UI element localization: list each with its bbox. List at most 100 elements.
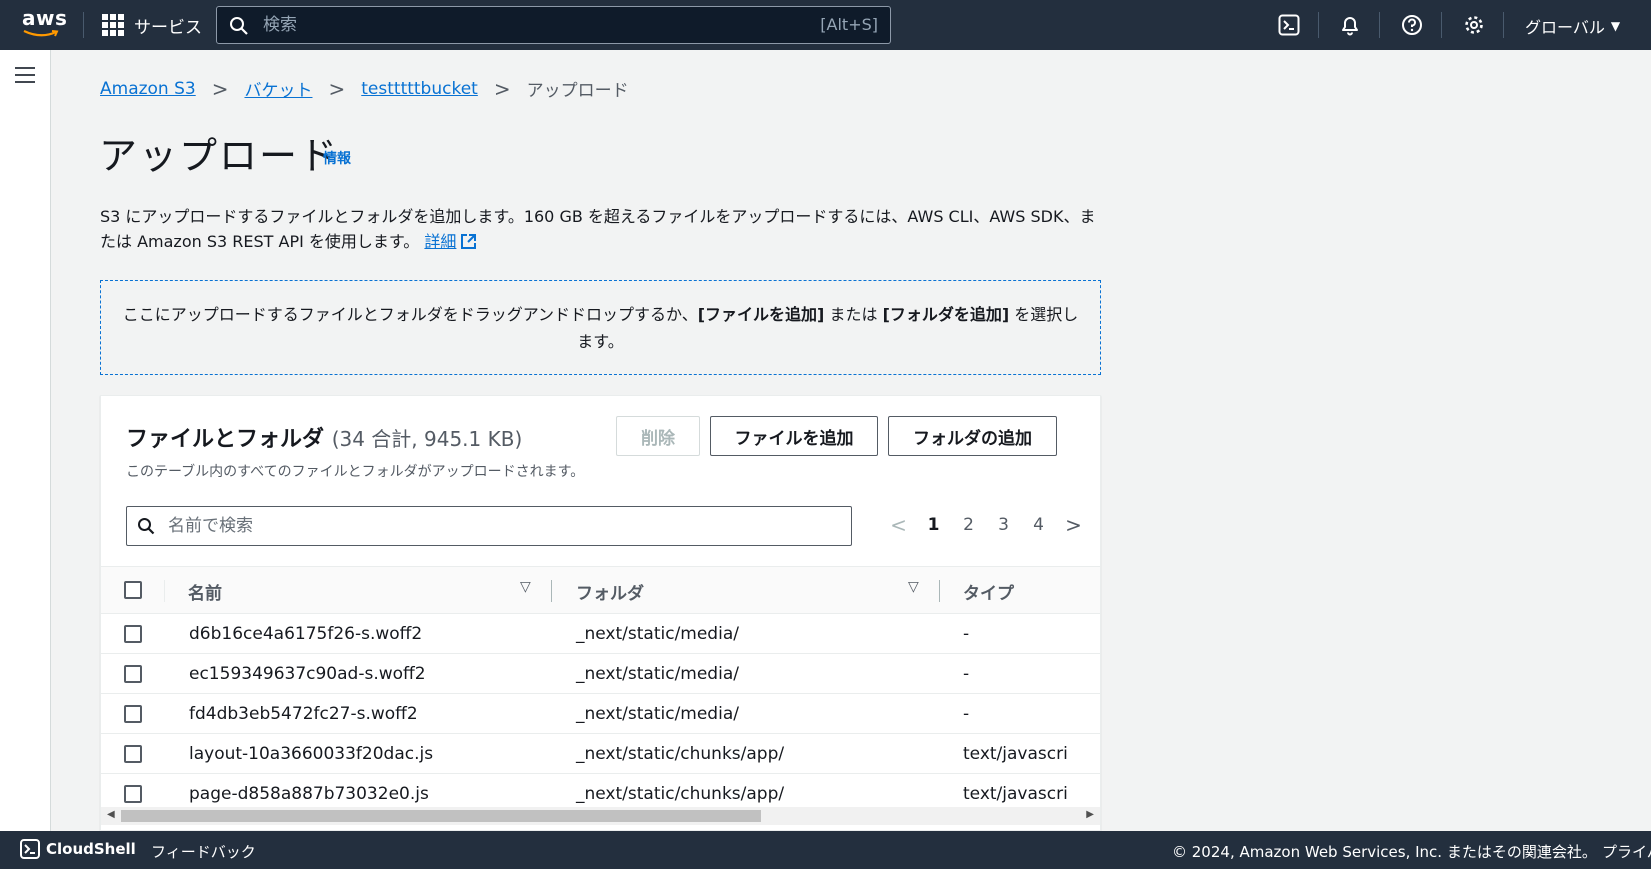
cloudshell-button[interactable] bbox=[1275, 11, 1303, 39]
help-button[interactable] bbox=[1398, 11, 1426, 39]
column-header-folder[interactable]: フォルダ bbox=[576, 579, 644, 604]
breadcrumb-link-buckets[interactable]: バケット bbox=[244, 76, 312, 101]
add-files-button[interactable]: ファイルを追加 bbox=[710, 416, 878, 456]
copyright-text: © 2024, Amazon Web Services, Inc. またはその関… bbox=[1172, 843, 1597, 861]
cell-type: - bbox=[963, 624, 970, 644]
divider bbox=[1379, 12, 1380, 38]
learn-more-link[interactable]: 詳細 bbox=[424, 232, 477, 251]
table-row[interactable]: fd4db3eb5472fc27-s.woff2 _next/static/me… bbox=[101, 694, 1100, 734]
global-search-input[interactable] bbox=[261, 12, 781, 38]
cell-type: text/javascri bbox=[963, 784, 1068, 804]
panel-title-text: ファイルとフォルダ bbox=[126, 427, 325, 452]
chevron-right-icon: > bbox=[328, 76, 346, 101]
column-divider[interactable] bbox=[551, 580, 552, 602]
page-title: アップロード bbox=[99, 134, 340, 178]
page-description: S3 にアップロードするファイルとフォルダを追加します。160 GB を超えるフ… bbox=[100, 204, 1100, 254]
help-icon bbox=[1402, 15, 1422, 35]
cell-name: page-d858a887b73032e0.js bbox=[189, 784, 429, 804]
add-folder-button[interactable]: フォルダの追加 bbox=[888, 416, 1057, 456]
cell-name: fd4db3eb5472fc27-s.woff2 bbox=[189, 704, 418, 724]
info-link[interactable]: 情報 bbox=[323, 148, 351, 168]
search-icon bbox=[230, 17, 248, 35]
column-header-type[interactable]: タイプ bbox=[963, 579, 1014, 604]
cell-type: text/javascri bbox=[963, 744, 1068, 764]
table-header: 名前 ▽ フォルダ ▽ タイプ bbox=[101, 566, 1100, 614]
row-checkbox[interactable] bbox=[124, 785, 142, 803]
top-navigation: aws サービス [Alt+S] bbox=[0, 0, 1651, 50]
privacy-link[interactable]: プライバ bbox=[1602, 841, 1651, 862]
cell-type: - bbox=[963, 664, 970, 684]
pagination: < 1 2 3 4 > bbox=[881, 513, 1091, 537]
column-divider bbox=[164, 580, 165, 602]
breadcrumb-link-s3[interactable]: Amazon S3 bbox=[100, 79, 196, 99]
breadcrumb-link-bucket[interactable]: testttttbucket bbox=[361, 79, 478, 99]
services-menu-button[interactable]: サービス bbox=[102, 12, 202, 38]
page-number[interactable]: 4 bbox=[1021, 515, 1056, 535]
scrollbar-thumb[interactable] bbox=[121, 810, 761, 822]
aws-logo[interactable]: aws bbox=[22, 8, 67, 40]
row-checkbox[interactable] bbox=[124, 665, 142, 683]
external-link-icon bbox=[461, 234, 477, 249]
breadcrumb-current: アップロード bbox=[526, 81, 629, 101]
divider bbox=[1318, 12, 1319, 38]
panel-count: (34 合計, 945.1 KB) bbox=[331, 427, 523, 451]
cell-name: ec159349637c90ad-s.woff2 bbox=[189, 664, 426, 684]
side-navigation-rail bbox=[0, 50, 51, 831]
cell-name: d6b16ce4a6175f26-s.woff2 bbox=[189, 624, 423, 644]
table-row[interactable]: ec159349637c90ad-s.woff2 _next/static/me… bbox=[101, 654, 1100, 694]
panel-subtitle: このテーブル内のすべてのファイルとフォルダがアップロードされます。 bbox=[126, 464, 585, 480]
delete-button[interactable]: 削除 bbox=[616, 416, 700, 456]
sort-caret-icon[interactable]: ▽ bbox=[520, 579, 531, 595]
cell-folder: _next/static/media/ bbox=[576, 704, 739, 724]
panel-title: ファイルとフォルダ (34 合計, 945.1 KB) bbox=[126, 421, 522, 453]
settings-gear-icon bbox=[1465, 16, 1483, 34]
services-grid-icon bbox=[102, 14, 124, 36]
chevron-right-icon[interactable]: > bbox=[1056, 513, 1091, 537]
dropzone-text: ここにアップロードするファイルとフォルダをドラッグアンドドロップするか、 bbox=[122, 305, 698, 324]
divider bbox=[1503, 12, 1504, 38]
cell-folder: _next/static/chunks/app/ bbox=[576, 784, 785, 804]
table-row[interactable]: layout-10a3660033f20dac.js _next/static/… bbox=[101, 734, 1100, 774]
scroll-left-arrow-icon[interactable]: ◀ bbox=[107, 809, 115, 820]
row-checkbox[interactable] bbox=[124, 705, 142, 723]
upload-dropzone[interactable]: ここにアップロードするファイルとフォルダをドラッグアンドドロップするか、[ファイ… bbox=[100, 280, 1101, 375]
cell-folder: _next/static/chunks/app/ bbox=[576, 744, 785, 764]
dropzone-text: または bbox=[824, 305, 883, 324]
divider bbox=[1441, 12, 1442, 38]
feedback-link[interactable]: フィードバック bbox=[151, 841, 256, 862]
cloudshell-footer-button[interactable]: CloudShell bbox=[20, 839, 136, 859]
region-selector[interactable]: グローバル ▼ bbox=[1525, 14, 1620, 38]
settings-button[interactable] bbox=[1460, 11, 1488, 39]
cell-name: layout-10a3660033f20dac.js bbox=[189, 744, 434, 764]
row-checkbox[interactable] bbox=[124, 745, 142, 763]
services-label: サービス bbox=[134, 17, 202, 38]
scroll-right-arrow-icon[interactable]: ▶ bbox=[1086, 809, 1094, 820]
page-number[interactable]: 2 bbox=[951, 515, 986, 535]
cloudshell-icon bbox=[20, 839, 40, 859]
files-and-folders-panel: ファイルとフォルダ (34 合計, 945.1 KB) このテーブル内のすべての… bbox=[100, 395, 1101, 831]
learn-more-label: 詳細 bbox=[424, 232, 457, 251]
chevron-left-icon[interactable]: < bbox=[881, 513, 916, 537]
column-header-name[interactable]: 名前 bbox=[188, 579, 222, 604]
chevron-right-icon: > bbox=[211, 76, 229, 101]
region-label: グローバル bbox=[1525, 18, 1605, 37]
page-number[interactable]: 3 bbox=[986, 515, 1021, 535]
menu-hamburger-icon[interactable] bbox=[15, 67, 35, 83]
description-text: S3 にアップロードするファイルとフォルダを追加します。160 GB を超えるフ… bbox=[100, 207, 1096, 251]
notifications-bell-icon bbox=[1342, 17, 1358, 36]
cloudshell-icon bbox=[1278, 14, 1300, 36]
page-number[interactable]: 1 bbox=[916, 515, 951, 535]
sort-caret-icon[interactable]: ▽ bbox=[908, 579, 919, 595]
row-checkbox[interactable] bbox=[124, 625, 142, 643]
search-icon bbox=[138, 518, 155, 535]
column-divider[interactable] bbox=[939, 580, 940, 602]
divider bbox=[83, 12, 84, 38]
name-filter[interactable] bbox=[126, 506, 852, 546]
horizontal-scrollbar[interactable]: ◀ ▶ bbox=[101, 807, 1100, 825]
caret-down-icon: ▼ bbox=[1610, 19, 1621, 33]
select-all-checkbox[interactable] bbox=[124, 581, 142, 599]
table-row[interactable]: d6b16ce4a6175f26-s.woff2 _next/static/me… bbox=[101, 614, 1100, 654]
name-filter-input[interactable] bbox=[166, 514, 836, 538]
notifications-button[interactable] bbox=[1336, 11, 1364, 39]
global-search[interactable]: [Alt+S] bbox=[216, 6, 891, 44]
